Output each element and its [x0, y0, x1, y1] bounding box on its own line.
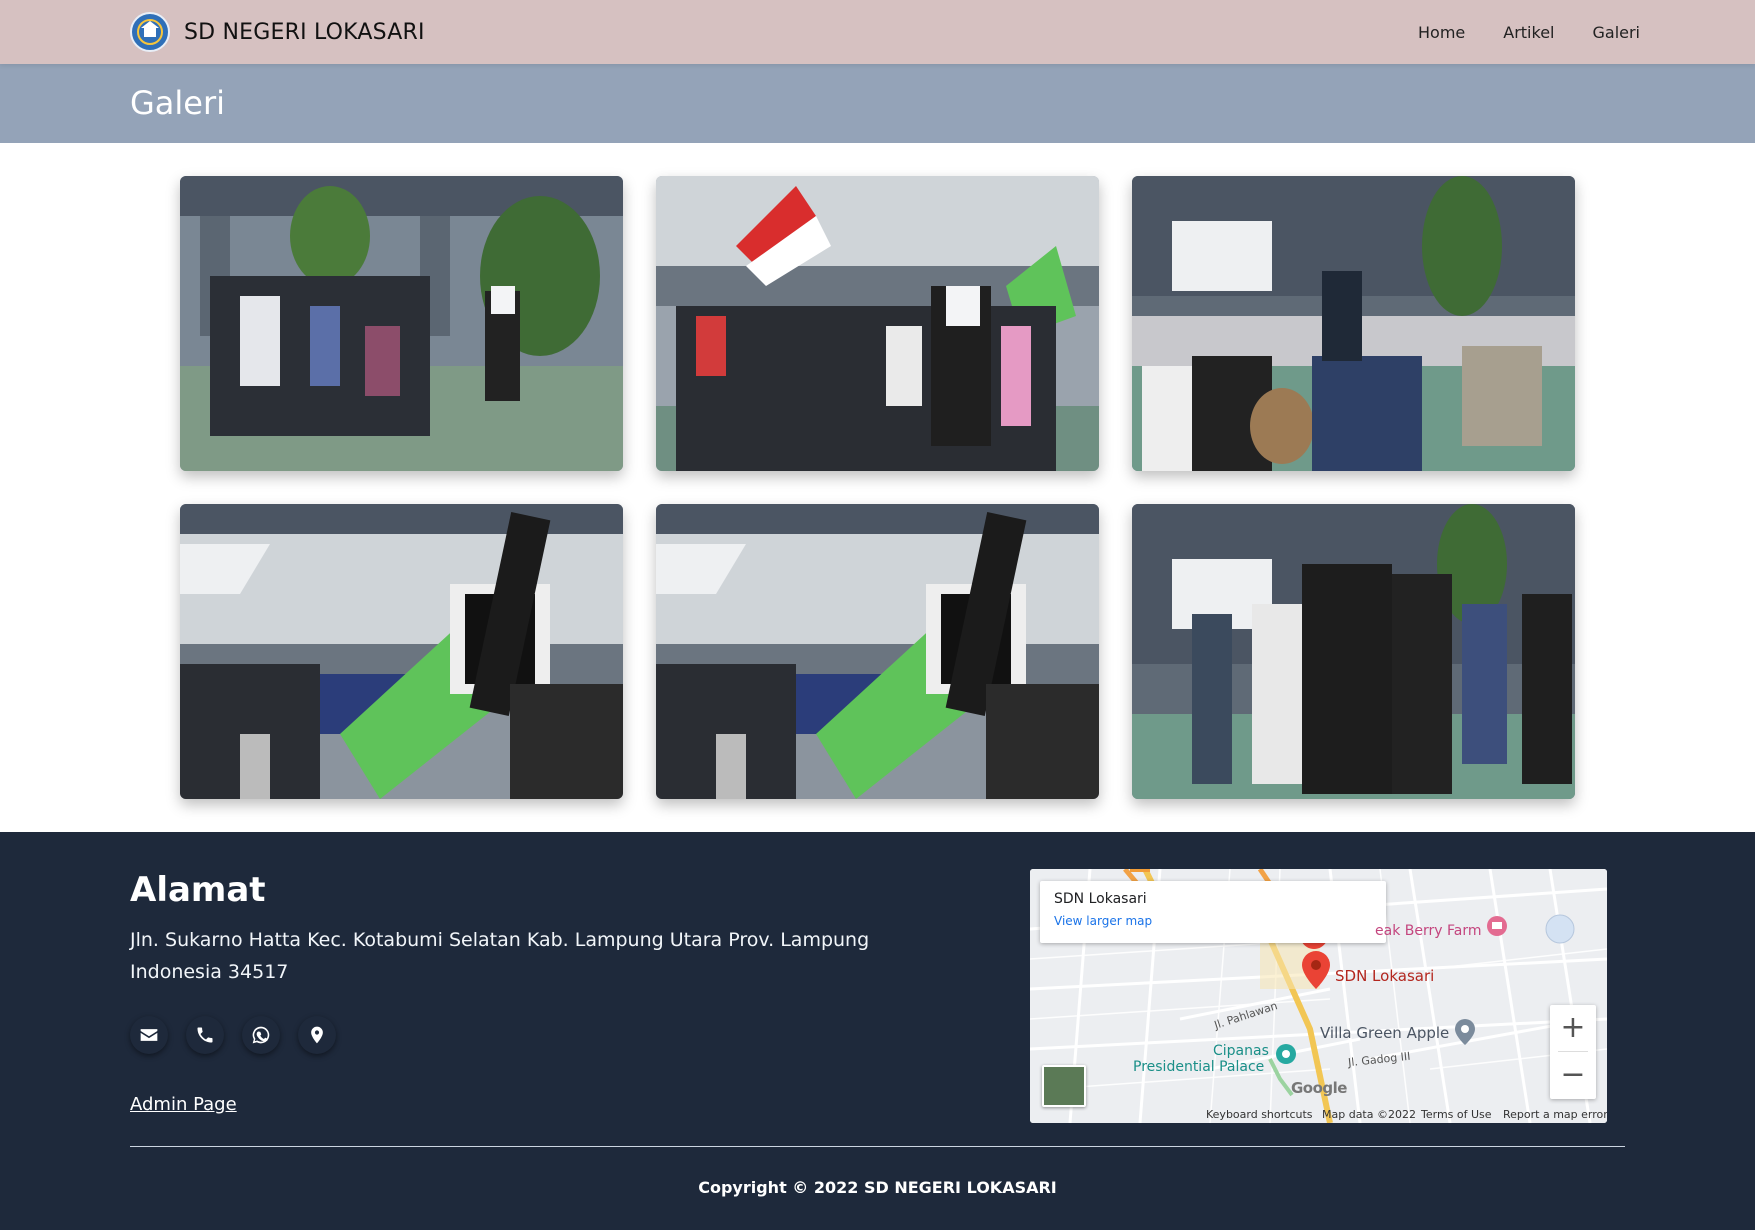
gallery-photo-6[interactable]	[1132, 504, 1575, 799]
footer-divider	[130, 1146, 1625, 1147]
zoom-out-button[interactable]: −	[1550, 1052, 1596, 1098]
google-map-embed[interactable]: SDN Lokasari View larger map eak Berry F…	[1030, 869, 1607, 1123]
nav-link-galeri[interactable]: Galeri	[1592, 23, 1640, 42]
copyright-text: Copyright © 2022 SD NEGERI LOKASARI	[698, 1178, 1057, 1197]
map-label-berry-farm: eak Berry Farm	[1375, 923, 1482, 939]
keyboard-shortcuts-link[interactable]: Keyboard shortcuts	[1206, 1108, 1313, 1121]
navbar: SD NEGERI LOKASARI Home Artikel Galeri	[0, 0, 1755, 64]
footer: Alamat Jln. Sukarno Hatta Kec. Kotabumi …	[0, 832, 1755, 1230]
palace-pin-icon	[1276, 1044, 1296, 1064]
admin-page-link[interactable]: Admin Page	[130, 1094, 237, 1115]
gallery-photo-2[interactable]	[656, 176, 1099, 471]
gallery-photo-1[interactable]	[180, 176, 623, 471]
nav-links: Home Artikel Galeri	[1418, 0, 1640, 64]
report-map-error-link[interactable]: Report a map error	[1503, 1108, 1607, 1121]
location-pin-icon[interactable]	[298, 1016, 336, 1054]
page-title: Galeri	[130, 84, 226, 122]
brand-name: SD NEGERI LOKASARI	[184, 19, 425, 45]
zoom-in-button[interactable]: +	[1550, 1005, 1596, 1051]
zoom-controls: + −	[1550, 1005, 1596, 1099]
map-info-card: SDN Lokasari View larger map	[1040, 881, 1386, 943]
map-data-text: Map data ©2022	[1322, 1108, 1416, 1121]
gallery-photo-4[interactable]	[180, 504, 623, 799]
gallery-photo-5[interactable]	[656, 504, 1099, 799]
school-logo-icon	[130, 12, 170, 52]
gallery-photo-3[interactable]	[1132, 176, 1575, 471]
page-header: Galeri	[0, 64, 1755, 143]
berry-farm-pin-icon	[1487, 916, 1507, 936]
google-logo: Google	[1291, 1079, 1347, 1097]
map-label-sdn-lokasari: SDN Lokasari	[1335, 967, 1435, 985]
contact-icons	[130, 1016, 336, 1054]
satellite-toggle-button[interactable]	[1042, 1065, 1086, 1107]
photo-gallery	[180, 176, 1575, 799]
map-label-villa: Villa Green Apple	[1320, 1024, 1450, 1042]
address-text: Jln. Sukarno Hatta Kec. Kotabumi Selatan…	[130, 929, 870, 983]
nav-link-artikel[interactable]: Artikel	[1503, 23, 1554, 42]
brand[interactable]: SD NEGERI LOKASARI	[130, 12, 425, 52]
envelope-icon[interactable]	[130, 1016, 168, 1054]
footer-title: Alamat	[130, 870, 266, 910]
map-card-title: SDN Lokasari	[1054, 891, 1147, 907]
nav-link-home[interactable]: Home	[1418, 23, 1465, 42]
map-attribution: Keyboard shortcuts Map data ©2022 Terms …	[1030, 1106, 1607, 1123]
map-label-cipanas: Cipanas	[1213, 1043, 1269, 1059]
phone-icon[interactable]	[186, 1016, 224, 1054]
map-label-presidential-palace: Presidential Palace	[1133, 1059, 1265, 1075]
terms-of-use-link[interactable]: Terms of Use	[1421, 1108, 1492, 1121]
whatsapp-icon[interactable]	[242, 1016, 280, 1054]
view-larger-map-link[interactable]: View larger map	[1054, 914, 1152, 928]
